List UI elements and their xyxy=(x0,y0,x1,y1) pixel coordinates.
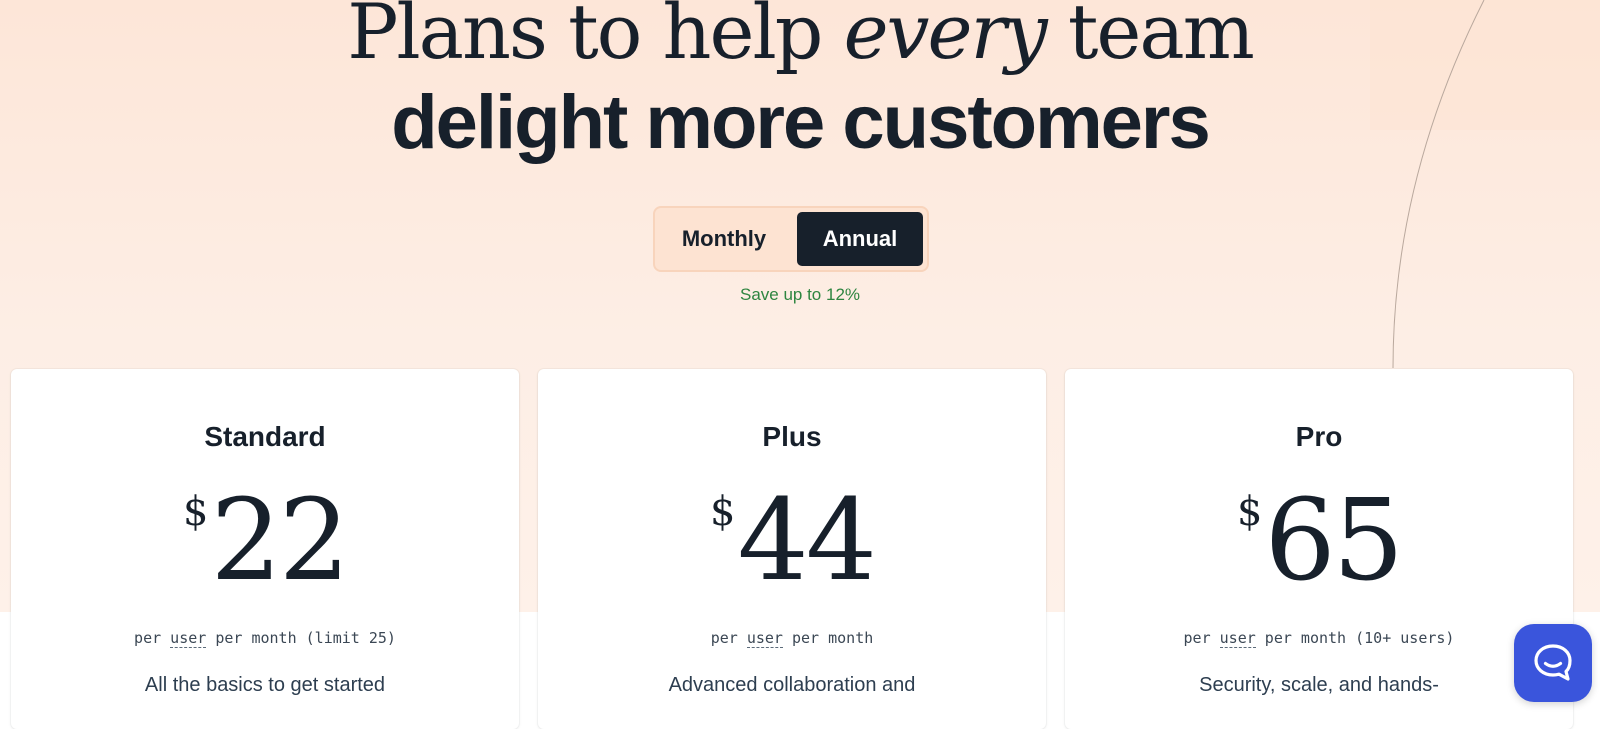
headline-line-1-start: Plans to help xyxy=(347,0,844,76)
currency-symbol: $ xyxy=(1237,489,1263,535)
chat-launcher-button[interactable] xyxy=(1514,624,1592,702)
plan-description: Advanced collaboration and xyxy=(668,674,916,696)
currency-symbol: $ xyxy=(710,489,736,535)
billing-prefix: per xyxy=(1183,629,1220,647)
per-user-tooltip-trigger[interactable]: user xyxy=(1219,629,1256,648)
billing-prefix: per xyxy=(710,629,747,647)
page-headline: Plans to help every team delight more cu… xyxy=(0,0,1600,168)
billing-suffix: per month xyxy=(782,629,874,647)
per-user-tooltip-trigger[interactable]: user xyxy=(746,629,783,648)
annual-toggle-button[interactable]: Annual xyxy=(797,212,923,266)
price-amount: 65 xyxy=(1264,476,1404,606)
plan-name: Standard xyxy=(204,421,326,452)
monthly-toggle-button[interactable]: Monthly xyxy=(661,212,787,266)
plan-price: $65 xyxy=(1065,481,1573,601)
billing-prefix: per xyxy=(134,629,171,647)
per-user-tooltip-trigger[interactable]: user xyxy=(170,629,207,648)
billing-suffix: per month (10+ users) xyxy=(1255,629,1455,647)
headline-line-2: delight more customers xyxy=(391,80,1211,165)
headline-line-1-end: team xyxy=(1045,0,1255,76)
plan-description: All the basics to get started xyxy=(144,674,386,696)
plan-name: Plus xyxy=(762,421,822,452)
billing-terms: per user per month (10+ users) xyxy=(1065,629,1573,648)
currency-symbol: $ xyxy=(183,489,209,535)
headline-emphasis: every xyxy=(843,0,1048,76)
plan-card-plus: Plus $44 per user per month Advanced col… xyxy=(538,369,1046,729)
headline-line-1: Plans to help every team xyxy=(0,0,1600,78)
savings-note: Save up to 12% xyxy=(739,285,861,304)
plan-card-standard: Standard $22 per user per month (limit 2… xyxy=(11,369,519,729)
billing-suffix: per month (limit 25) xyxy=(206,629,396,647)
price-amount: 44 xyxy=(737,476,877,606)
billing-period-toggle: Monthly Annual xyxy=(653,206,929,272)
price-amount: 22 xyxy=(210,476,350,606)
plan-description: Security, scale, and hands- xyxy=(1199,674,1439,696)
billing-terms: per user per month (limit 25) xyxy=(11,629,519,648)
billing-terms: per user per month xyxy=(538,629,1046,648)
chat-bubble-icon xyxy=(1534,644,1572,681)
plan-price: $44 xyxy=(538,481,1046,601)
plan-price: $22 xyxy=(11,481,519,601)
plan-name: Pro xyxy=(1295,421,1343,452)
plan-card-pro: Pro $65 per user per month (10+ users) S… xyxy=(1065,369,1573,729)
